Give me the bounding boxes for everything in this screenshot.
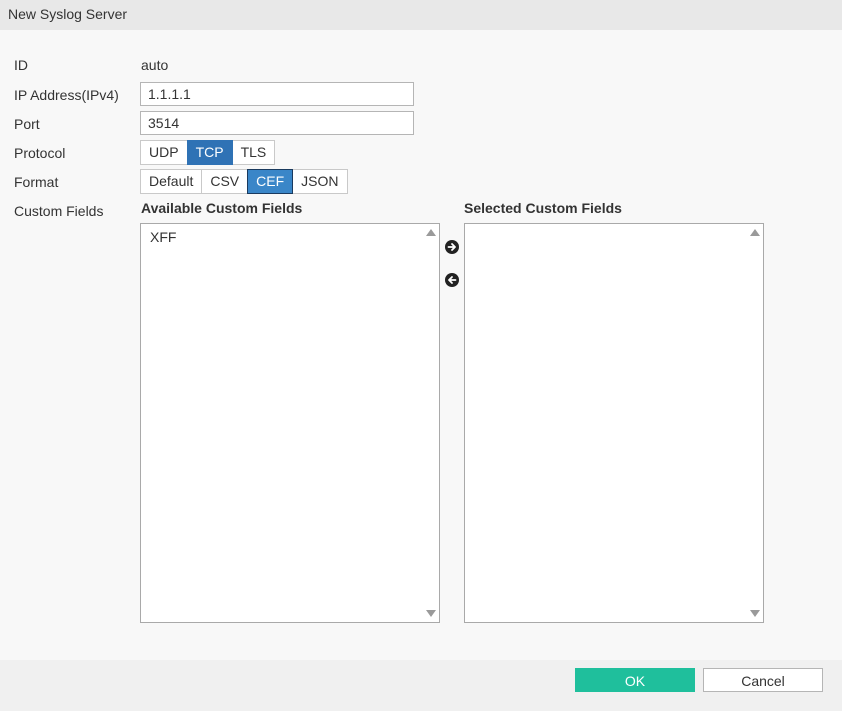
protocol-tls-button[interactable]: TLS: [231, 140, 276, 165]
format-json-button[interactable]: JSON: [292, 169, 348, 194]
scroll-down-arrow-icon[interactable]: [426, 610, 436, 617]
format-default-button[interactable]: Default: [140, 169, 203, 194]
available-fields-header: Available Custom Fields: [141, 200, 303, 216]
scroll-down-arrow-icon[interactable]: [750, 610, 760, 617]
id-value: auto: [141, 57, 169, 73]
ok-button[interactable]: OK: [575, 668, 695, 692]
port-label: Port: [14, 116, 40, 132]
format-label: Format: [14, 174, 59, 190]
arrow-left-circle-icon[interactable]: [445, 273, 459, 287]
custom-fields-label: Custom Fields: [14, 203, 104, 219]
selected-fields-list[interactable]: [464, 223, 764, 623]
dialog-title: New Syslog Server: [0, 0, 842, 30]
list-item[interactable]: XFF: [150, 229, 176, 245]
selected-fields-header: Selected Custom Fields: [464, 200, 622, 216]
port-input[interactable]: [140, 111, 414, 135]
syslog-server-dialog: New Syslog Server ID auto IP Address(IPv…: [0, 0, 842, 711]
cancel-button[interactable]: Cancel: [703, 668, 823, 692]
ip-label: IP Address(IPv4): [14, 87, 119, 103]
arrow-right-circle-icon[interactable]: [445, 240, 459, 254]
format-csv-button[interactable]: CSV: [201, 169, 249, 194]
protocol-segmented-control: UDP TCP TLS: [140, 140, 276, 165]
format-cef-button[interactable]: CEF: [247, 169, 294, 194]
format-segmented-control: Default CSV CEF JSON: [140, 169, 348, 194]
protocol-udp-button[interactable]: UDP: [140, 140, 188, 165]
protocol-label: Protocol: [14, 145, 66, 161]
scroll-up-arrow-icon[interactable]: [426, 229, 436, 236]
protocol-tcp-button[interactable]: TCP: [186, 140, 233, 165]
ip-address-input[interactable]: [140, 82, 414, 106]
id-label: ID: [14, 57, 28, 73]
scroll-up-arrow-icon[interactable]: [750, 229, 760, 236]
available-fields-list[interactable]: XFF: [140, 223, 440, 623]
